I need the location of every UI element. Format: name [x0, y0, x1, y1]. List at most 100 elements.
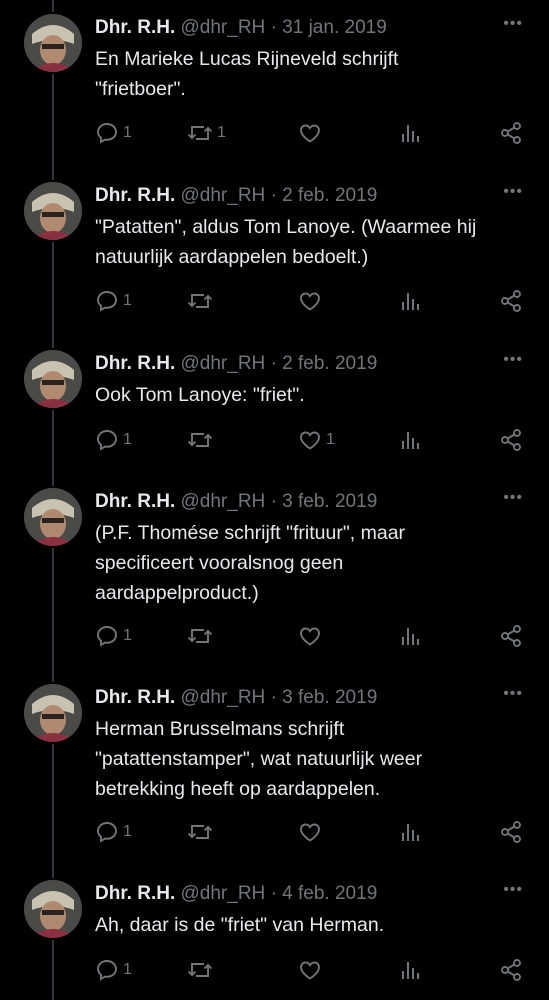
reply-button[interactable]: 1	[95, 957, 132, 983]
author-handle[interactable]: @dhr_RH	[181, 883, 266, 904]
like-icon	[298, 428, 322, 452]
separator: ·	[270, 17, 277, 38]
author-name[interactable]: Dhr. R.H.	[95, 883, 175, 904]
share-button[interactable]	[499, 427, 523, 453]
avatar[interactable]	[24, 14, 82, 72]
views-button[interactable]	[400, 120, 422, 146]
author-handle[interactable]: @dhr_RH	[181, 185, 266, 206]
like-button[interactable]	[298, 120, 326, 146]
like-icon	[298, 624, 322, 648]
tweet-text: Ook Tom Lanoye: "friet".	[95, 384, 305, 406]
more-icon[interactable]: •••	[503, 16, 523, 32]
more-icon[interactable]: •••	[503, 352, 523, 368]
more-icon[interactable]: •••	[503, 686, 523, 702]
tweet-text: Ah, daar is de "friet" van Herman.	[95, 914, 385, 936]
author-handle[interactable]: @dhr_RH	[181, 687, 266, 708]
separator: ·	[270, 353, 277, 374]
share-icon	[499, 958, 523, 982]
retweet-count: 1	[217, 124, 226, 141]
reply-icon	[95, 121, 119, 145]
author-name[interactable]: Dhr. R.H.	[95, 491, 175, 512]
author-handle[interactable]: @dhr_RH	[181, 491, 266, 512]
like-button[interactable]: 1	[298, 427, 335, 453]
more-icon[interactable]: •••	[503, 882, 523, 898]
author-name[interactable]: Dhr. R.H.	[95, 687, 175, 708]
author-name[interactable]: Dhr. R.H.	[95, 353, 175, 374]
tweet-text: "Patatten", aldus Tom Lanoye. (Waarmee h…	[95, 216, 477, 268]
more-icon[interactable]: •••	[503, 184, 523, 200]
author-name[interactable]: Dhr. R.H.	[95, 185, 175, 206]
tweet-header: Dhr. R.H. @dhr_RH · 2 feb. 2019	[95, 184, 529, 208]
reply-button[interactable]: 1	[95, 427, 132, 453]
like-button[interactable]	[298, 288, 326, 314]
more-icon[interactable]: •••	[503, 490, 523, 506]
share-button[interactable]	[499, 819, 523, 845]
retweet-button[interactable]: 1	[187, 120, 226, 146]
reply-count: 1	[123, 124, 132, 141]
avatar[interactable]	[24, 350, 82, 408]
retweet-icon	[187, 820, 213, 844]
retweet-button[interactable]	[187, 819, 217, 845]
tweet[interactable]: Dhr. R.H. @dhr_RH · 31 jan. 2019 ••• En …	[0, 14, 549, 164]
tweet-date[interactable]: 3 feb. 2019	[282, 491, 377, 512]
like-button[interactable]	[298, 623, 326, 649]
views-button[interactable]	[400, 288, 422, 314]
tweet-actions: 1 1	[95, 120, 535, 146]
tweet-text: Herman Brusselmans schrijft "patattensta…	[95, 718, 423, 800]
reply-count: 1	[123, 292, 132, 309]
reply-icon	[95, 820, 119, 844]
reply-button[interactable]: 1	[95, 120, 132, 146]
share-button[interactable]	[499, 120, 523, 146]
share-icon	[499, 428, 523, 452]
separator: ·	[270, 185, 277, 206]
tweet-date[interactable]: 2 feb. 2019	[282, 185, 377, 206]
avatar[interactable]	[24, 488, 82, 546]
tweet-date[interactable]: 3 feb. 2019	[282, 687, 377, 708]
like-button[interactable]	[298, 819, 326, 845]
tweet[interactable]: Dhr. R.H. @dhr_RH · 3 feb. 2019 ••• Herm…	[0, 684, 549, 864]
views-button[interactable]	[400, 623, 422, 649]
reply-button[interactable]: 1	[95, 819, 132, 845]
views-button[interactable]	[400, 427, 422, 453]
avatar[interactable]	[24, 684, 82, 742]
share-icon	[499, 121, 523, 145]
thread-line	[52, 0, 54, 12]
like-icon	[298, 958, 322, 982]
author-handle[interactable]: @dhr_RH	[181, 353, 266, 374]
tweet-date[interactable]: 31 jan. 2019	[282, 17, 387, 38]
tweet-header: Dhr. R.H. @dhr_RH · 31 jan. 2019	[95, 16, 529, 40]
tweet[interactable]: Dhr. R.H. @dhr_RH · 2 feb. 2019 ••• "Pat…	[0, 182, 549, 332]
share-button[interactable]	[499, 623, 523, 649]
retweet-icon	[187, 289, 213, 313]
views-button[interactable]	[400, 819, 422, 845]
reply-button[interactable]: 1	[95, 623, 132, 649]
tweet-header: Dhr. R.H. @dhr_RH · 4 feb. 2019	[95, 882, 529, 906]
tweet-header: Dhr. R.H. @dhr_RH · 2 feb. 2019	[95, 352, 529, 376]
retweet-button[interactable]	[187, 957, 217, 983]
share-button[interactable]	[499, 957, 523, 983]
tweet[interactable]: Dhr. R.H. @dhr_RH · 4 feb. 2019 ••• Ah, …	[0, 880, 549, 1000]
tweet-actions: 1	[95, 819, 535, 845]
retweet-button[interactable]	[187, 288, 217, 314]
tweet[interactable]: Dhr. R.H. @dhr_RH · 3 feb. 2019 ••• (P.F…	[0, 488, 549, 668]
tweet-actions: 1 1	[95, 427, 535, 453]
views-button[interactable]	[400, 957, 422, 983]
tweet-date[interactable]: 4 feb. 2019	[282, 883, 377, 904]
views-icon	[400, 289, 422, 313]
tweet-actions: 1	[95, 623, 535, 649]
tweet-actions: 1	[95, 957, 535, 983]
avatar[interactable]	[24, 880, 82, 938]
retweet-icon	[187, 121, 213, 145]
like-icon	[298, 289, 322, 313]
share-button[interactable]	[499, 288, 523, 314]
avatar[interactable]	[24, 182, 82, 240]
retweet-button[interactable]	[187, 427, 217, 453]
tweet-date[interactable]: 2 feb. 2019	[282, 353, 377, 374]
tweet[interactable]: Dhr. R.H. @dhr_RH · 2 feb. 2019 ••• Ook …	[0, 350, 549, 470]
reply-button[interactable]: 1	[95, 288, 132, 314]
reply-icon	[95, 428, 119, 452]
retweet-button[interactable]	[187, 623, 217, 649]
author-name[interactable]: Dhr. R.H.	[95, 17, 175, 38]
author-handle[interactable]: @dhr_RH	[181, 17, 266, 38]
like-button[interactable]	[298, 957, 326, 983]
